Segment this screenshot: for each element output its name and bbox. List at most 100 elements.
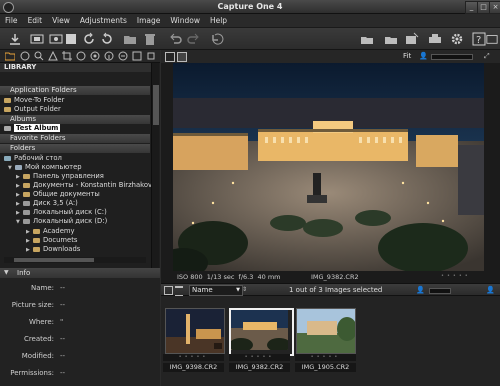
expand-icon[interactable]: ▼ [8, 164, 15, 172]
section-application-folders[interactable]: Application Folders [0, 86, 150, 95]
single-view-icon[interactable] [177, 52, 187, 62]
fit-label[interactable]: Fit [403, 52, 411, 60]
item-label: Documets [43, 236, 78, 244]
batch-icon[interactable] [384, 32, 398, 46]
info-header[interactable]: ▼ Info [0, 268, 160, 278]
color-tab-icon[interactable] [48, 51, 58, 61]
photo-image [173, 63, 484, 271]
menu-window[interactable]: Window [165, 14, 205, 25]
print-icon[interactable] [428, 32, 442, 46]
info-icon[interactable] [104, 51, 114, 61]
output-tab-icon[interactable] [76, 51, 86, 61]
thumbnail-size-slider[interactable] [429, 288, 451, 294]
scrollbar-thumb[interactable] [153, 85, 159, 125]
tree-item-downloads[interactable]: ▶ Downloads [0, 245, 176, 254]
expand-icon[interactable]: ▶ [26, 237, 33, 245]
library-scrollbar[interactable] [151, 63, 159, 268]
info-key-name: Name: [30, 284, 54, 292]
tree-item-my-computer[interactable]: ▼ Мой компьютер [0, 163, 158, 172]
menu-file[interactable]: File [0, 14, 23, 25]
menu-view[interactable]: View [47, 14, 75, 25]
thumbnail-view-icon[interactable] [164, 286, 173, 295]
capture-icon[interactable] [30, 32, 44, 46]
gear-icon[interactable] [450, 32, 464, 46]
collapse-icon[interactable]: ▼ [4, 269, 9, 276]
expand-icon[interactable]: ▶ [16, 200, 23, 208]
fullscreen-icon[interactable] [486, 32, 498, 46]
rating-stars-2[interactable]: ••••• [229, 354, 290, 361]
library-tab-icon[interactable] [5, 51, 15, 61]
undo-icon[interactable] [168, 32, 182, 46]
item-label: Academy [43, 227, 75, 235]
section-folders[interactable]: Folders [0, 144, 150, 153]
section-favorite-folders[interactable]: Favorite Folders [0, 134, 150, 143]
trash-icon[interactable] [143, 32, 157, 46]
menu-edit[interactable]: Edit [23, 14, 48, 25]
expand-icon[interactable]: ▶ [26, 246, 33, 254]
details-tab-icon[interactable] [90, 51, 100, 61]
item-test-album[interactable]: Test Album [0, 124, 154, 133]
menu-adjustments[interactable]: Adjustments [75, 14, 132, 25]
crop-icon[interactable] [62, 51, 72, 61]
thumbnail-3[interactable] [296, 308, 356, 354]
user-icon-2[interactable]: 👤 [486, 286, 495, 294]
expand-icon[interactable]: ▶ [16, 191, 23, 199]
panel-expand-icon[interactable] [146, 51, 156, 61]
reset-icon[interactable] [210, 32, 224, 46]
horizontal-scrollbar[interactable] [4, 257, 146, 263]
help-icon[interactable]: ? [472, 32, 486, 46]
user-icon[interactable]: 👤 [419, 52, 428, 60]
menu-image[interactable]: Image [132, 14, 166, 25]
close-button[interactable]: × [489, 1, 500, 14]
expand-icon[interactable]: ▶ [26, 228, 33, 236]
tree-item-documets[interactable]: ▶ Documets [0, 236, 176, 245]
quick-tab-icon[interactable] [132, 51, 142, 61]
user-icon[interactable]: 👤 [416, 286, 425, 294]
menu-help[interactable]: Help [205, 14, 232, 25]
redo-icon[interactable] [187, 32, 201, 46]
tree-item-drive-c[interactable]: ▶ Локальный диск (C:) [0, 208, 166, 217]
tree-item-drive-a[interactable]: ▶ Диск 3,5 (A:) [0, 199, 166, 208]
viewer-toolbar: Fit 👤 ⤢ [161, 50, 500, 63]
item-move-to-folder[interactable]: Move-To Folder [0, 96, 154, 105]
search-icon[interactable] [34, 51, 44, 61]
sort-direction-icon[interactable]: ⇕ [242, 286, 247, 293]
thumbnail-1[interactable] [165, 308, 225, 354]
capture-tab-icon[interactable] [20, 51, 30, 61]
rating-stars-1[interactable]: ••••• [163, 354, 224, 361]
folder-move-icon[interactable] [123, 32, 137, 46]
album-icon [4, 125, 11, 131]
item-label: Локальный диск (D:) [33, 217, 108, 225]
tree-item-documents[interactable]: ▶ Документы - Konstantin Birzhakov [0, 181, 166, 190]
viewer-rating-stars[interactable]: ••••• [441, 273, 471, 279]
tree-item-desktop[interactable]: Рабочий стол [0, 154, 154, 163]
zoom-slider[interactable] [431, 54, 473, 60]
batch-tab-icon[interactable] [118, 51, 128, 61]
thumbnail-image [297, 309, 355, 353]
expand-icon[interactable]: ▼ [16, 218, 23, 226]
rating-stars-3[interactable]: ••••• [295, 354, 356, 361]
camera-icon[interactable] [49, 32, 63, 46]
rotate-right-icon[interactable] [100, 32, 114, 46]
expand-icon[interactable]: ▶ [16, 173, 23, 181]
rotate-left-icon[interactable] [82, 32, 96, 46]
tree-item-control-panel[interactable]: ▶ Панель управления [0, 172, 166, 181]
expand-icon[interactable]: ⤢ [484, 52, 490, 61]
single-view-icon[interactable] [64, 32, 78, 46]
tree-item-shared-documents[interactable]: ▶ Общие документы [0, 190, 166, 199]
expand-icon[interactable]: ▶ [16, 209, 23, 217]
tree-item-academy[interactable]: ▶ Academy [0, 227, 176, 236]
expand-icon[interactable]: ▶ [16, 182, 23, 190]
scrollbar-thumb[interactable] [14, 258, 94, 262]
sort-select[interactable]: Name ▼ [189, 285, 243, 296]
thumbnail-2-selected[interactable] [229, 308, 294, 356]
tree-item-drive-d[interactable]: ▼ Локальный диск (D:) [0, 217, 166, 226]
section-albums[interactable]: Albums [0, 115, 150, 124]
item-output-folder[interactable]: Output Folder [0, 105, 154, 114]
process-icon[interactable] [360, 32, 374, 46]
import-icon[interactable] [8, 32, 22, 46]
edit-icon[interactable] [405, 32, 419, 46]
item-label: Мой компьютер [25, 163, 82, 171]
main-photo[interactable] [173, 63, 484, 271]
grid-view-icon[interactable] [165, 52, 175, 62]
